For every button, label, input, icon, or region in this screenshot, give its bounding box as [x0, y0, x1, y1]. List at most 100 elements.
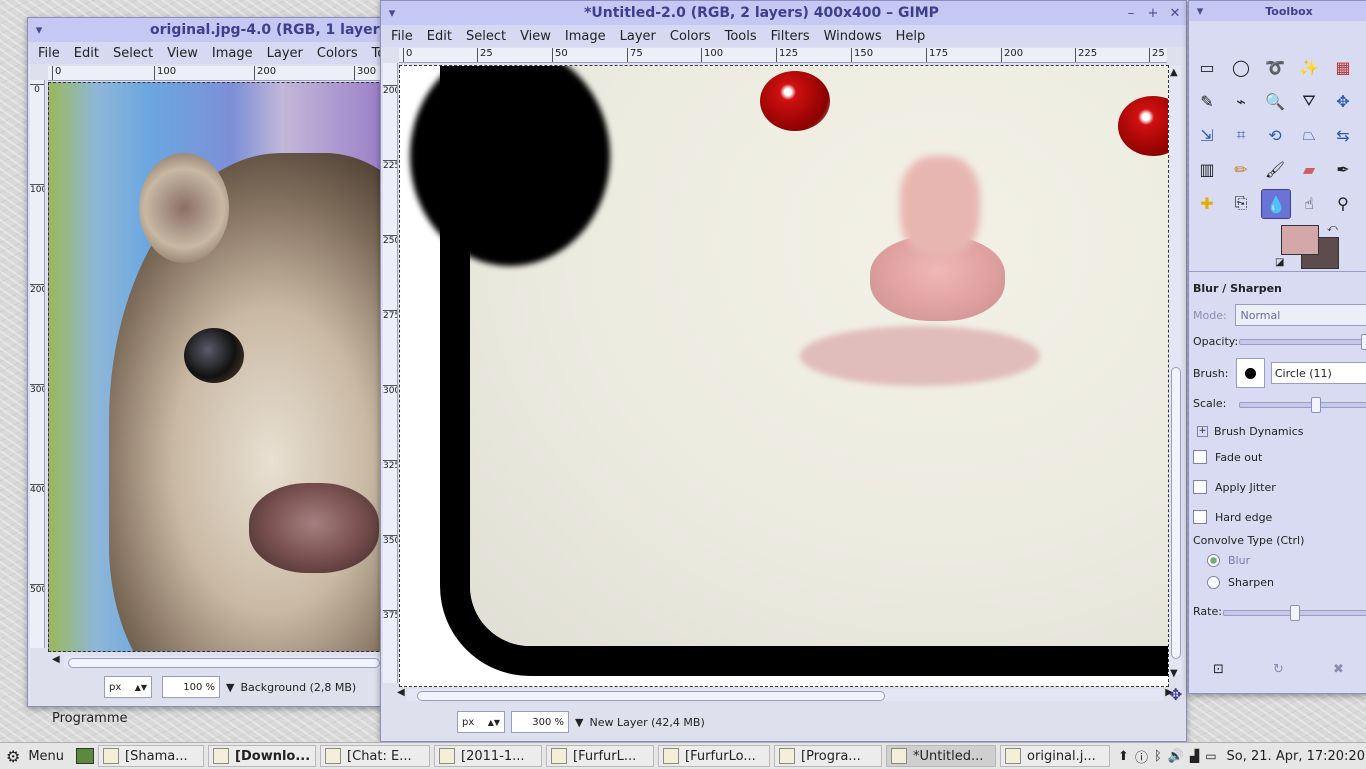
drawing-canvas[interactable] — [399, 65, 1169, 687]
menu-select[interactable]: Select — [113, 46, 153, 61]
move-icon[interactable]: ✥ — [1329, 87, 1357, 115]
airbrush-icon[interactable]: ✒ — [1329, 155, 1357, 183]
color-picker-icon[interactable]: ⌁ — [1227, 87, 1255, 115]
main-vertical-scrollbar[interactable]: ▲ ▼ — [1169, 65, 1181, 679]
menu-select[interactable]: Select — [466, 29, 506, 44]
task-button[interactable]: *Untitled... — [886, 745, 997, 767]
rate-slider-knob[interactable] — [1290, 605, 1300, 621]
menu-gear-icon[interactable]: ⚙ — [6, 747, 20, 766]
menu-file[interactable]: File — [38, 46, 60, 61]
zoom-dropdown-icon[interactable]: ▼ — [575, 716, 583, 729]
scroll-down-icon[interactable]: ▼ — [1170, 668, 1178, 679]
mode-select[interactable]: Normal — [1235, 304, 1366, 326]
left-horizontal-scrollbar[interactable]: ◀ — [52, 654, 382, 668]
task-button[interactable]: [Chat: E... — [320, 745, 431, 767]
start-menu-button[interactable]: Menu — [28, 749, 64, 764]
left-window-titlebar[interactable]: ▾ original.jpg-4.0 (RGB, 1 layer — [28, 18, 384, 42]
paintbrush-icon[interactable]: 🖌 — [1261, 155, 1289, 183]
window-menu-icon[interactable]: ▾ — [28, 23, 50, 38]
main-horizontal-scrollbar[interactable]: ◀ ▶ — [397, 687, 1173, 701]
blur-radio[interactable] — [1207, 553, 1220, 567]
fade-out-row[interactable]: Fade out — [1189, 448, 1366, 466]
menu-layer[interactable]: Layer — [267, 46, 303, 61]
apply-jitter-checkbox[interactable] — [1193, 480, 1207, 494]
task-button[interactable]: [Shama... — [98, 745, 205, 767]
hard-edge-checkbox[interactable] — [1193, 510, 1207, 524]
menu-view[interactable]: View — [520, 29, 551, 44]
network-tray-icon[interactable]: ⬆ — [1118, 749, 1129, 764]
flip-icon[interactable]: ⇆ — [1329, 121, 1357, 149]
menu-layer[interactable]: Layer — [620, 29, 656, 44]
unit-select[interactable]: px ▲▼ — [104, 676, 152, 698]
ellipse-select-icon[interactable]: ◯ — [1227, 53, 1255, 81]
menu-view[interactable]: View — [167, 46, 198, 61]
perspective-icon[interactable]: ⏢ — [1295, 121, 1323, 149]
zoom-dropdown-icon[interactable]: ▼ — [226, 681, 234, 694]
left-vertical-ruler[interactable]: 0 100 200 300 400 500 — [30, 80, 45, 648]
menu-windows[interactable]: Windows — [824, 29, 882, 44]
clone-icon[interactable]: ⎘ — [1227, 189, 1255, 217]
scroll-up-icon[interactable]: ▲ — [1170, 67, 1178, 78]
rate-slider[interactable] — [1223, 605, 1366, 621]
zoom-icon[interactable]: 🔍 — [1261, 87, 1289, 115]
toolbox-titlebar[interactable]: ▾ Toolbox — [1189, 1, 1366, 21]
brush-preview-button[interactable] — [1235, 358, 1265, 388]
desktop-icon[interactable] — [76, 748, 95, 764]
rect-select-icon[interactable]: ▭ — [1193, 53, 1221, 81]
original-image-window[interactable]: ▾ original.jpg-4.0 (RGB, 1 layer File Ed… — [27, 17, 404, 707]
default-colors-icon[interactable]: ◪ — [1275, 257, 1284, 268]
task-button[interactable]: [FurfurLo... — [658, 745, 771, 767]
menu-colors[interactable]: Colors — [317, 46, 358, 61]
unit-select[interactable]: px ▲▼ — [457, 711, 505, 733]
navigate-icon[interactable]: ✥ — [1169, 685, 1182, 704]
left-horizontal-ruler[interactable]: 0 100 200 300 — [48, 66, 384, 81]
menu-filters[interactable]: Filters — [771, 29, 810, 44]
menu-edit[interactable]: Edit — [74, 46, 99, 61]
bluetooth-tray-icon[interactable]: ᛒ — [1154, 749, 1162, 764]
menu-colors[interactable]: Colors — [670, 29, 711, 44]
lasso-icon[interactable]: ➰ — [1261, 53, 1289, 81]
heal-icon[interactable]: ✚ — [1193, 189, 1221, 217]
sharpen-radio-row[interactable]: Sharpen — [1189, 574, 1366, 590]
crop-icon[interactable]: ⌗ — [1227, 121, 1255, 149]
blur-radio-row[interactable]: Blur — [1189, 552, 1366, 568]
expand-icon[interactable]: + — [1197, 425, 1208, 437]
window-menu-icon[interactable]: ▾ — [381, 6, 403, 21]
foreground-color-swatch[interactable] — [1281, 225, 1319, 255]
main-image-window[interactable]: ▾ *Untitled-2.0 (RGB, 2 layers) 400x400 … — [380, 0, 1187, 742]
save-options-icon[interactable]: ⊡ — [1213, 662, 1224, 677]
pencil-icon[interactable]: ✏ — [1227, 155, 1255, 183]
shield-tray-icon[interactable]: ⓘ — [1135, 747, 1148, 766]
align-icon[interactable]: ⇲ — [1193, 121, 1221, 149]
color-select-icon[interactable]: ▦ — [1329, 53, 1357, 81]
menu-file[interactable]: File — [391, 29, 413, 44]
menu-image[interactable]: Image — [565, 29, 606, 44]
blend-icon[interactable]: ▥ — [1193, 155, 1221, 183]
fuzzy-select-icon[interactable]: ✨ — [1295, 53, 1323, 81]
task-button[interactable]: original.j... — [1000, 745, 1111, 767]
clock[interactable]: So, 21. Apr, 17:20:20 — [1227, 749, 1365, 764]
fade-out-checkbox[interactable] — [1193, 450, 1207, 464]
apply-jitter-row[interactable]: Apply Jitter — [1189, 478, 1366, 496]
task-button[interactable]: [Downlo... — [208, 745, 317, 767]
opacity-slider-knob[interactable] — [1361, 334, 1366, 350]
main-window-titlebar[interactable]: ▾ *Untitled-2.0 (RGB, 2 layers) 400x400 … — [381, 1, 1186, 25]
dodge-burn-icon[interactable]: ⚲ — [1329, 189, 1357, 217]
delete-options-icon[interactable]: ✖ — [1333, 662, 1344, 677]
hard-edge-row[interactable]: Hard edge — [1189, 508, 1366, 526]
scroll-left-icon[interactable]: ◀ — [52, 654, 60, 665]
menu-image[interactable]: Image — [212, 46, 253, 61]
desktop-label[interactable]: Programme — [52, 711, 128, 726]
scale-slider[interactable] — [1239, 397, 1366, 413]
main-vertical-ruler[interactable]: 200 225 250 275 300 325 350 375 — [383, 63, 398, 683]
minimize-icon[interactable]: – — [1120, 6, 1142, 21]
sharpen-radio[interactable] — [1207, 575, 1220, 589]
smudge-icon[interactable]: ☝ — [1295, 189, 1323, 217]
paths-icon[interactable]: ✎ — [1193, 87, 1221, 115]
toolbox-window[interactable]: ▾ Toolbox ▭ ◯ ➰ ✨ ▦ ✎ ⌁ 🔍 ⛛ ✥ ⇲ ⌗ ⟲ ⏢ ⇆ … — [1188, 0, 1366, 694]
scroll-thumb[interactable] — [1171, 367, 1181, 659]
battery-tray-icon[interactable]: ▭ — [1205, 749, 1216, 763]
eraser-icon[interactable]: ▰ — [1295, 155, 1323, 183]
close-icon[interactable]: ✕ — [1164, 6, 1186, 21]
menu-tools[interactable]: Tools — [725, 29, 757, 44]
